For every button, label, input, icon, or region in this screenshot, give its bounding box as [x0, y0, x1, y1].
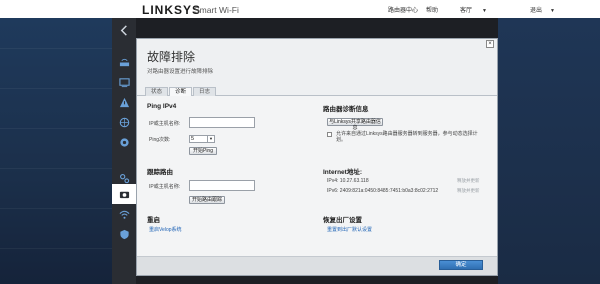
nav-living-room-label: 客厅: [460, 8, 473, 14]
nav-help[interactable]: 帮助: [426, 5, 438, 14]
ipv6-address: IPv6: 2409:821a:0450:8485:7451:b0a3:8c02…: [327, 188, 439, 194]
nav-router-center[interactable]: 路由器中心: [388, 5, 418, 14]
tab-diagnostics[interactable]: 诊断: [169, 87, 193, 96]
sidebar-item-settings[interactable]: [112, 132, 136, 152]
renew-ipv6-link[interactable]: 释放并更新: [457, 188, 480, 194]
warning-icon: [119, 97, 129, 107]
gear-icon: [119, 137, 129, 147]
internet-address-title: Internet地址:: [323, 169, 362, 176]
left-background: [0, 18, 112, 284]
reboot-velop-link[interactable]: 重启Velop系统: [149, 226, 182, 233]
start-ping-button[interactable]: 开始Ping: [189, 147, 217, 155]
tools-icon: [119, 173, 129, 183]
chevron-down-icon: ▼: [207, 136, 214, 142]
diagnostics-panel: Ping IPv4 IP或主机名称: Ping次数: 5 ▼ 开始Ping 跟踪…: [137, 96, 497, 256]
globe-icon: [119, 117, 129, 127]
ping-count-value: 5: [191, 136, 195, 142]
factory-reset-link[interactable]: 重置到出厂默认设置: [327, 226, 372, 233]
ping-ip-input[interactable]: [189, 117, 255, 128]
ping-count-label: Ping次数:: [149, 137, 171, 143]
sidebar-item-security[interactable]: [112, 224, 136, 244]
chevron-down-icon: ▼: [482, 8, 487, 14]
renew-ipv4-link[interactable]: 释放并更新: [457, 178, 480, 184]
right-background: [498, 18, 600, 284]
device-list-icon: [118, 77, 130, 87]
shield-icon: [119, 229, 129, 239]
top-bar: LINKSYS Smart Wi-Fi 路由器中心 帮助 客厅 ▼ 退出 ▼: [0, 0, 600, 18]
dialog-title: 故障排除: [147, 50, 196, 64]
sidebar: [112, 18, 136, 284]
sidebar-item-wireless[interactable]: [112, 204, 136, 224]
ping-count-select[interactable]: 5 ▼: [189, 135, 215, 143]
factory-reset-title: 恢复出厂设置: [323, 217, 362, 224]
ok-button[interactable]: 确定: [439, 260, 483, 270]
sidebar-item-internet[interactable]: [112, 112, 136, 132]
sidebar-item-devices[interactable]: [112, 72, 136, 92]
start-traceroute-button[interactable]: 开始路由跟踪: [189, 196, 225, 204]
wifi-icon: [119, 210, 129, 219]
share-consent-checkbox[interactable]: [327, 132, 332, 137]
camera-icon: [119, 191, 129, 198]
tab-status[interactable]: 状态: [145, 87, 169, 96]
linksys-logo[interactable]: LINKSYS: [142, 3, 201, 17]
sidebar-item-network-map[interactable]: [112, 52, 136, 72]
close-icon[interactable]: ×: [486, 40, 494, 48]
reboot-section-title: 重启: [147, 217, 160, 224]
tab-logs[interactable]: 日志: [193, 87, 217, 96]
sidebar-item-troubleshooting[interactable]: [112, 184, 136, 204]
ping-section-title: Ping IPv4: [147, 103, 177, 110]
troubleshooting-dialog: × 故障排除 对路由器设置进行故障排除 状态 诊断 日志 Ping IPv4 I…: [136, 38, 498, 276]
nav-logout-label: 退出: [530, 8, 543, 14]
ipv4-address: IPv4: 10.27.63.118: [327, 178, 369, 184]
dialog-footer: 确定: [137, 256, 497, 275]
traceroute-ip-label: IP或主机名称:: [149, 184, 181, 190]
wifi-router-icon: [119, 58, 129, 66]
traceroute-ip-input[interactable]: [189, 180, 255, 191]
product-name: Smart Wi-Fi: [194, 5, 239, 15]
back-chevron-icon: [120, 24, 127, 36]
nav-living-room[interactable]: 客厅 ▼: [460, 5, 487, 14]
tab-bar: 状态 诊断 日志: [137, 87, 497, 96]
sidebar-item-alerts[interactable]: [112, 92, 136, 112]
diagnostics-section-title: 路由器诊断信息: [323, 106, 369, 113]
share-consent-text: 允许来自通过Linksys路由器服务器转到服务器，参与动态选择计划。: [336, 131, 478, 143]
nav-logout[interactable]: 退出 ▼: [530, 5, 555, 14]
dialog-subtitle: 对路由器设置进行故障排除: [147, 69, 214, 75]
traceroute-section-title: 跟踪路由: [147, 169, 173, 176]
ping-ip-label: IP或主机名称:: [149, 121, 181, 127]
share-router-info-button[interactable]: 与Linksys共享路由器信息: [327, 118, 383, 131]
chevron-down-icon: ▼: [550, 8, 555, 14]
sidebar-back-button[interactable]: [112, 20, 136, 40]
